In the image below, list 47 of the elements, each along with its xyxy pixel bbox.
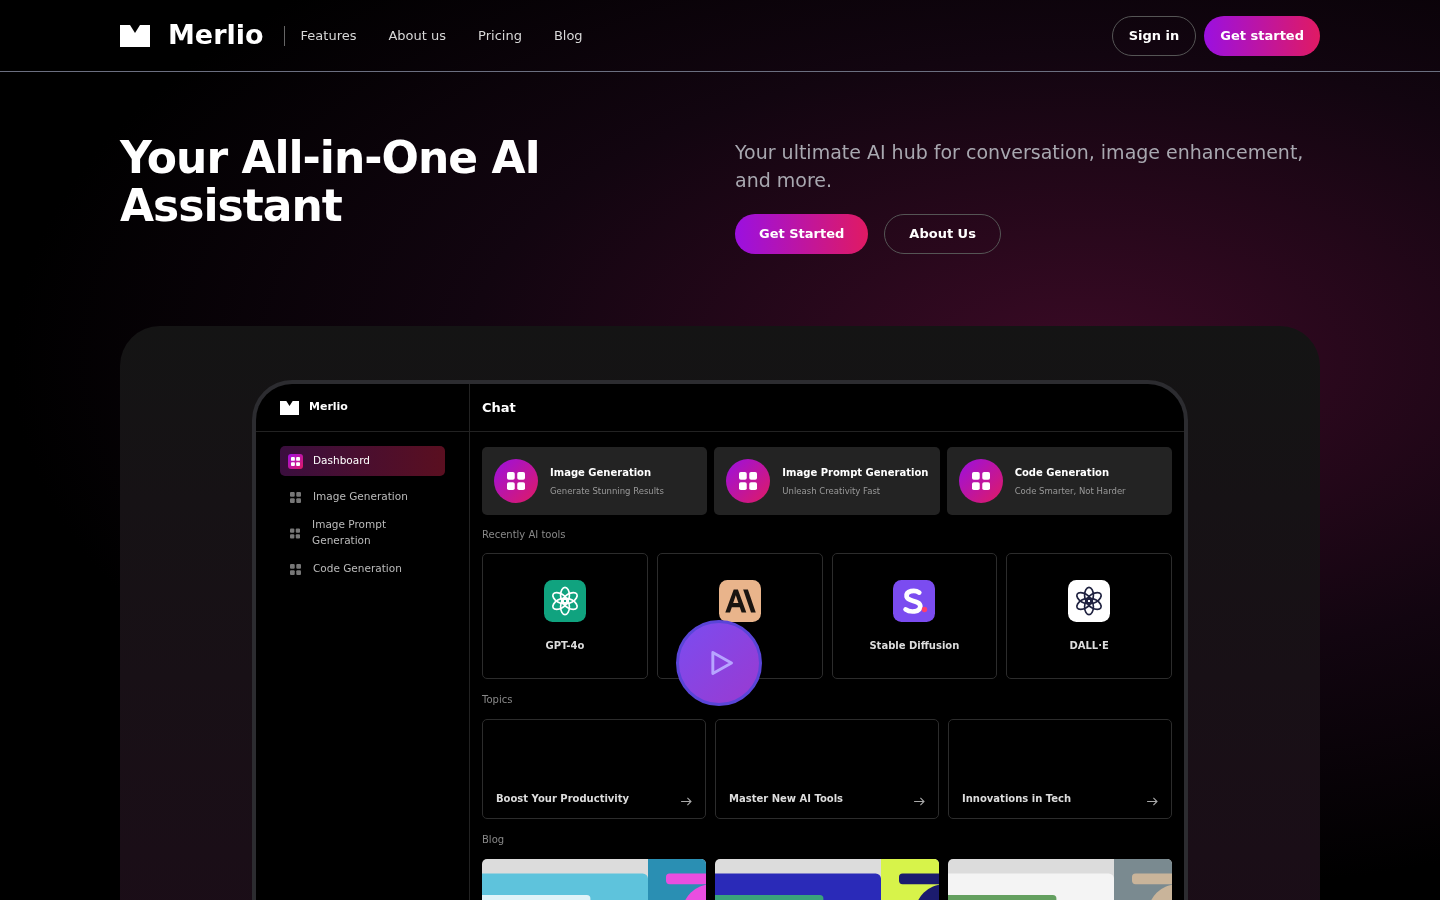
brand-name[interactable]: Merlio (168, 15, 264, 56)
topic-card[interactable]: Boost Your Productivity (482, 719, 706, 819)
knot-logo-icon (1068, 580, 1111, 622)
get-started-button[interactable]: Get started (1204, 15, 1320, 56)
feature-subtitle: Code Smarter, Not Harder (1014, 484, 1126, 498)
nav-link[interactable]: Blog (553, 25, 583, 46)
grid-icon (290, 491, 301, 503)
s-logo-icon (893, 580, 936, 622)
feature-title: Image Generation (550, 465, 653, 480)
feature-card[interactable]: Image Generation Generate Stunning Results (482, 447, 708, 515)
section-label: Topics (482, 693, 514, 707)
tool-card[interactable]: DALL·E (1006, 553, 1172, 679)
grid-glyph-icon (507, 472, 525, 490)
feature-card[interactable]: Code Generation Code Smarter, Not Harder (946, 447, 1172, 515)
sidebar-item[interactable]: Image Generation (280, 482, 445, 512)
topic-card[interactable]: Master New AI Tools (715, 719, 939, 819)
arrow-right-icon (914, 797, 925, 806)
feature-card[interactable]: Image Prompt Generation Unleash Creativity Fast (714, 447, 940, 515)
topic-card[interactable]: Innovations in Tech (948, 719, 1172, 819)
grid-glyph-icon (971, 472, 990, 490)
arrow-right-icon (1147, 797, 1158, 806)
section-label: Recently AI tools (482, 528, 567, 542)
grid-icon (290, 527, 301, 539)
sidebar-item[interactable]: Image Prompt Generation (280, 518, 445, 548)
arrow-right-icon (681, 797, 692, 806)
section-label: Blog (482, 833, 506, 847)
feature-subtitle: Unleash Creativity Fast (782, 484, 882, 498)
tool-card[interactable]: GPT-4o (482, 553, 648, 679)
slash-logo-icon (718, 580, 761, 622)
feature-title: Code Generation (1014, 465, 1111, 480)
knot-logo-icon (543, 580, 586, 622)
hero-subtitle: Your ultimate AI hub for conversation, image enhancement, and more. (735, 140, 1305, 193)
chat-title: Chat (482, 398, 516, 417)
tool-card[interactable]: Stable Diffusion (831, 553, 998, 679)
sidebar-item[interactable]: Code Generation (280, 554, 445, 584)
nav-link[interactable]: Features (300, 25, 357, 46)
nav-link[interactable]: About us (388, 25, 447, 46)
sidebar-item[interactable]: Dashboard (280, 446, 445, 476)
get-started-button[interactable]: Get Started (735, 214, 869, 254)
nav-link[interactable]: Pricing (478, 25, 522, 46)
feature-title: Image Prompt Generation (782, 465, 928, 480)
app-brand: Merlio (309, 399, 348, 416)
grid-icon (290, 563, 301, 575)
feature-subtitle: Generate Stunning Results (550, 484, 664, 498)
logo-icon (280, 400, 299, 415)
hero-title: Your All-in-One AI Assistant (120, 134, 541, 233)
grid-glyph-icon (739, 472, 758, 490)
